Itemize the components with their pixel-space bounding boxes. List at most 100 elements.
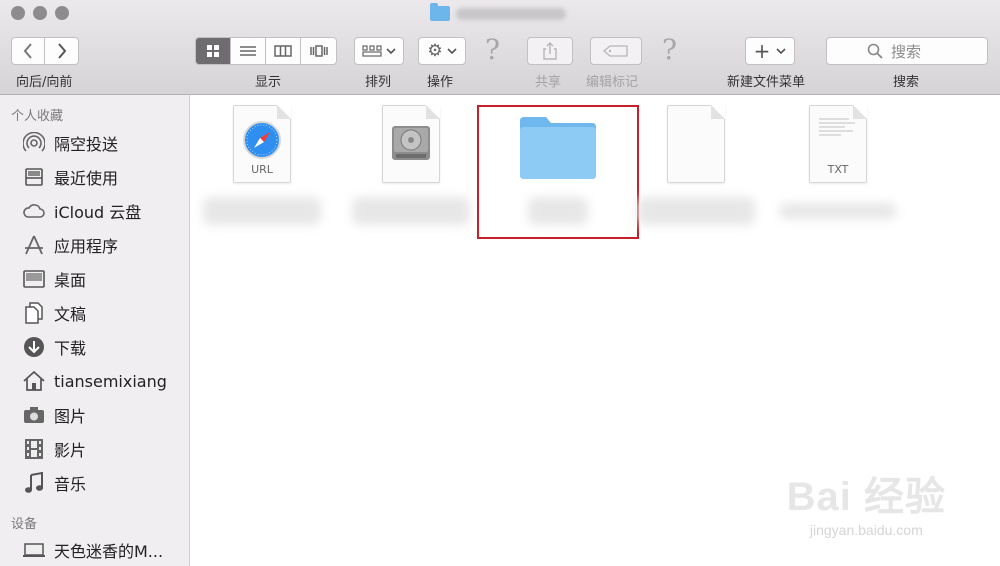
chevron-down-icon — [776, 48, 786, 55]
file-item-url[interactable]: URL — [197, 105, 327, 225]
chevron-left-icon — [23, 43, 32, 59]
action-label: 操作 — [427, 75, 454, 90]
sidebar-item-label: 下载 — [54, 339, 87, 358]
compass-icon — [243, 121, 281, 159]
film-icon — [22, 438, 45, 461]
share-icon — [543, 42, 557, 60]
sidebar-item-label: tiansemixiang — [54, 371, 167, 391]
file-type-tag: URL — [251, 163, 273, 176]
file-name-blurred — [352, 197, 470, 225]
search-placeholder: 搜索 — [891, 42, 922, 61]
sidebar-item-label: 应用程序 — [54, 237, 119, 256]
forward-button[interactable] — [45, 38, 78, 64]
file-item-txt[interactable]: TXT — [773, 105, 903, 219]
laptop-icon — [22, 539, 45, 562]
edit-tags-label: 编辑标记 — [586, 75, 639, 90]
new-folder-menu-button[interactable]: + — [745, 37, 795, 65]
disk-image-icon — [382, 105, 440, 183]
sidebar-item-macbook[interactable]: 天色迷香的M... — [22, 536, 163, 564]
watermark-brand: Bai 经验 — [786, 475, 946, 519]
tag-icon — [603, 45, 628, 57]
file-item-blank[interactable] — [631, 105, 761, 225]
cover-flow-button[interactable] — [301, 38, 336, 64]
sidebar-item-pictures[interactable]: 图片 — [22, 401, 86, 429]
icon-view-button[interactable] — [196, 38, 231, 64]
question-mark-icon: ? — [485, 33, 501, 66]
search-label: 搜索 — [893, 75, 920, 90]
new-folder-menu-label: 新建文件菜单 — [727, 75, 806, 90]
file-name-blurred — [779, 203, 897, 219]
sidebar-item-label: 音乐 — [54, 475, 87, 494]
grid-icon — [207, 45, 219, 57]
arrange-button[interactable] — [354, 37, 404, 65]
selection-highlight — [477, 105, 639, 239]
minimize-window-button[interactable] — [33, 6, 47, 20]
sidebar-item-icloud[interactable]: iCloud 云盘 — [22, 197, 141, 225]
safari-url-icon: URL — [233, 105, 291, 183]
text-lines-icon — [819, 118, 855, 136]
plus-icon: + — [753, 39, 771, 63]
sidebar-item-label: 天色迷香的M... — [54, 542, 164, 561]
downloads-icon — [22, 336, 45, 359]
recents-icon — [22, 166, 45, 189]
sidebar-item-label: 隔空投送 — [54, 135, 119, 154]
sidebar-item-label: 图片 — [54, 407, 87, 426]
camera-icon — [22, 404, 45, 427]
sidebar-item-music[interactable]: 音乐 — [22, 469, 86, 497]
arrange-label: 排列 — [365, 75, 392, 90]
file-browser: URL TXT Bai 经验 jingyan.baidu.com — [191, 95, 1000, 566]
close-window-button[interactable] — [11, 6, 25, 20]
sidebar-item-home[interactable]: tiansemixiang — [22, 367, 167, 395]
chevron-down-icon — [447, 48, 457, 55]
documents-icon — [22, 302, 45, 325]
share-label: 共享 — [535, 75, 562, 90]
nav-label: 向后/向前 — [16, 75, 73, 90]
sidebar: 个人收藏 隔空投送 最近使用 iCloud 云盘 应用程序 桌面 文稿 下载 t… — [0, 95, 190, 566]
search-field[interactable]: 搜索 — [826, 37, 988, 65]
sidebar-item-label: 桌面 — [54, 271, 87, 290]
columns-icon — [274, 45, 292, 57]
home-icon — [22, 370, 45, 393]
file-type-tag: TXT — [827, 163, 849, 176]
zoom-window-button[interactable] — [55, 6, 69, 20]
window-controls — [11, 6, 69, 20]
back-button[interactable] — [12, 38, 45, 64]
cover-flow-icon — [309, 45, 328, 57]
sidebar-item-desktop[interactable]: 桌面 — [22, 265, 86, 293]
chevron-down-icon — [386, 48, 396, 55]
back-forward-control[interactable] — [11, 37, 79, 65]
search-icon — [867, 43, 883, 59]
list-view-button[interactable] — [231, 38, 266, 64]
question-mark-icon: ? — [662, 33, 678, 66]
share-button[interactable] — [527, 37, 573, 65]
chevron-right-icon — [57, 43, 66, 59]
sidebar-section-favorites: 个人收藏 — [11, 109, 64, 124]
sidebar-item-documents[interactable]: 文稿 — [22, 299, 86, 327]
icloud-icon — [22, 200, 45, 223]
sidebar-item-label: 影片 — [54, 441, 87, 460]
title-folder-icon — [430, 3, 450, 21]
blank-document-icon — [667, 105, 725, 183]
sidebar-item-applications[interactable]: 应用程序 — [22, 231, 118, 259]
window-title — [430, 3, 566, 21]
file-name-blurred — [203, 197, 321, 225]
view-mode-control[interactable] — [195, 37, 337, 65]
sidebar-item-recents[interactable]: 最近使用 — [22, 163, 118, 191]
sidebar-item-downloads[interactable]: 下载 — [22, 333, 86, 361]
applications-icon — [22, 234, 45, 257]
airdrop-icon — [22, 132, 45, 155]
view-label: 显示 — [255, 75, 282, 90]
txt-document-icon: TXT — [809, 105, 867, 183]
arrange-grid-icon — [362, 45, 382, 57]
gear-icon: ⚙ — [427, 41, 443, 61]
column-view-button[interactable] — [266, 38, 301, 64]
window-toolbar: 向后/向前 显示 排列 ⚙ 操作 ? 共享 编辑标记 ? + 新建文件菜单 搜索… — [0, 0, 1000, 95]
sidebar-item-label: 文稿 — [54, 305, 87, 324]
sidebar-item-airdrop[interactable]: 隔空投送 — [22, 129, 118, 157]
sidebar-item-label: iCloud 云盘 — [54, 203, 142, 222]
action-button[interactable]: ⚙ — [418, 37, 466, 65]
edit-tags-button[interactable] — [590, 37, 642, 65]
file-item-disk-image[interactable] — [346, 105, 476, 225]
sidebar-item-movies[interactable]: 影片 — [22, 435, 86, 463]
watermark-url: jingyan.baidu.com — [809, 522, 923, 538]
